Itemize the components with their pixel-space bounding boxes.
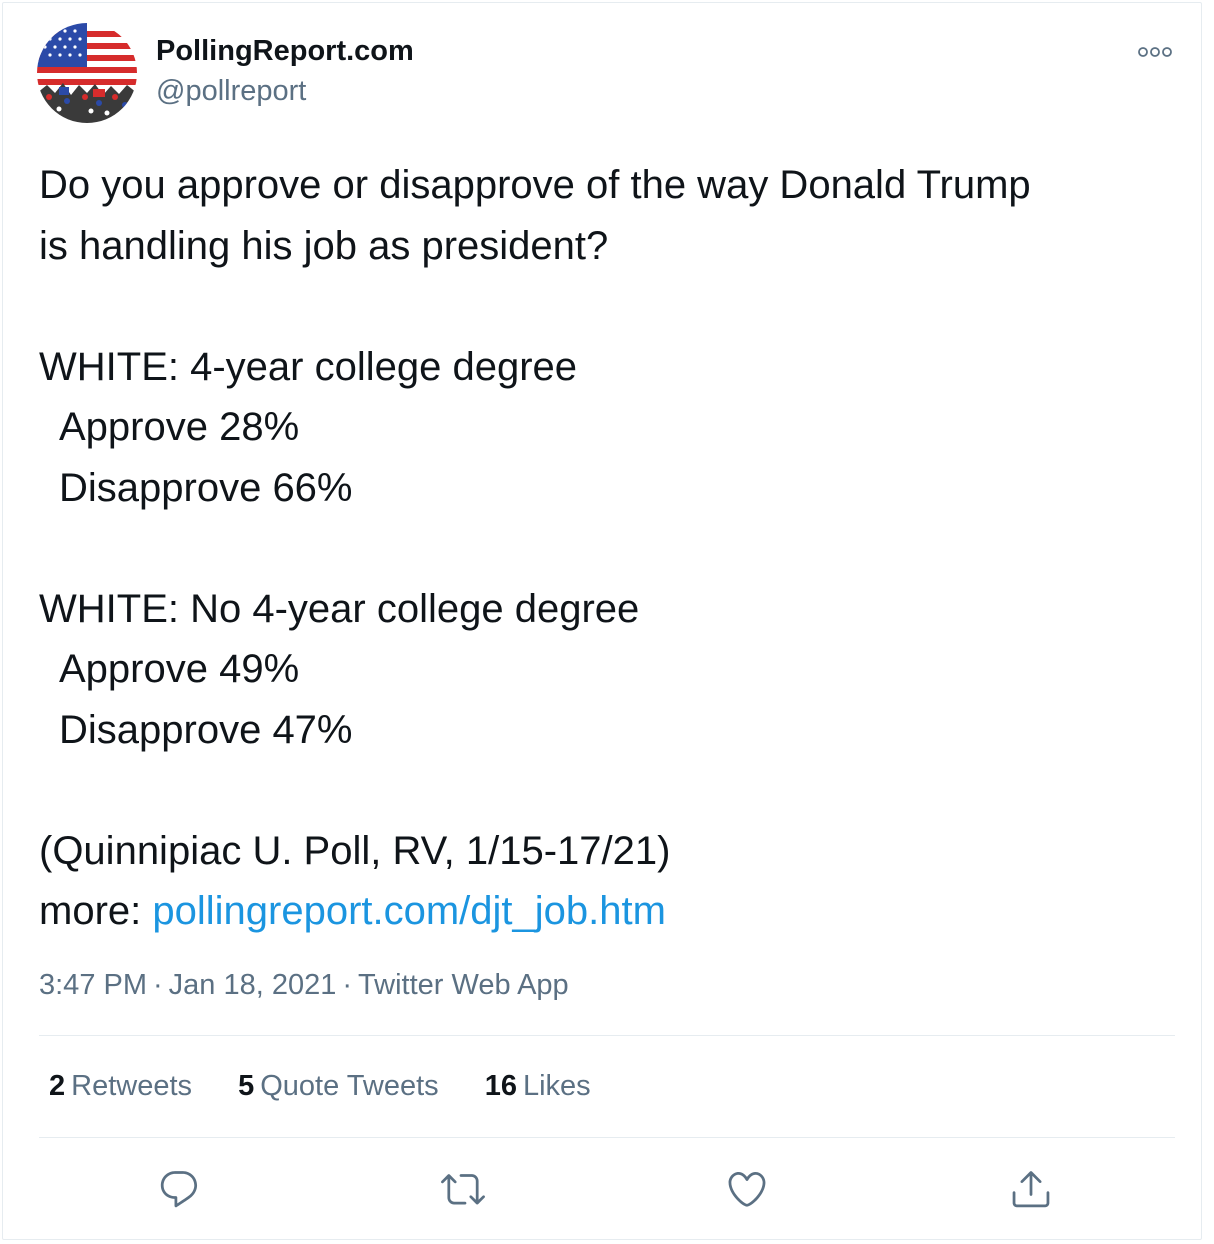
meta-separator: · — [153, 969, 163, 1001]
tweet-text: Do you approve or disapprove of the way … — [39, 155, 1179, 942]
share-icon — [1012, 1171, 1050, 1208]
reply-button[interactable] — [157, 1167, 201, 1211]
college-disapprove: Disapprove 66% — [59, 465, 353, 510]
pollingreport-link[interactable]: pollingreport.com/djt_job.htm — [152, 889, 666, 933]
divider — [39, 1035, 1175, 1036]
no-college-disapprove: Disapprove 47% — [59, 707, 353, 752]
retweets-count: 2 — [49, 1070, 66, 1102]
more-line: more: pollingreport.com/djt_job.htm — [39, 881, 1179, 942]
tweet-time[interactable]: 3:47 PM — [39, 969, 147, 1001]
quote-tweets-count: 5 — [238, 1070, 255, 1102]
group-heading-no-college: WHITE: No 4-year college degree — [39, 586, 640, 631]
quote-tweets-stat[interactable]: 5 Quote Tweets — [238, 1070, 439, 1102]
likes-count: 16 — [484, 1070, 517, 1102]
poll-source: (Quinnipiac U. Poll, RV, 1/15-17/21) — [39, 828, 671, 873]
tweet-question-line-1: Do you approve or disapprove of the way … — [39, 163, 1031, 207]
retweet-button[interactable] — [441, 1167, 485, 1211]
more-options-button[interactable] — [1135, 41, 1175, 63]
engagement-stats: 2 Retweets 5 Quote Tweets 16 Likes — [49, 1070, 629, 1103]
tweet-metadata: 3:47 PM · Jan 18, 2021 · Twitter Web App — [39, 969, 569, 1002]
reply-icon — [160, 1171, 198, 1208]
like-icon — [728, 1171, 766, 1207]
likes-label: Likes — [522, 1070, 591, 1102]
display-name[interactable]: PollingReport.com — [156, 35, 414, 68]
no-college-approve: Approve 49% — [59, 647, 300, 691]
group-heading-college: WHITE: 4-year college degree — [39, 344, 578, 389]
retweets-stat[interactable]: 2 Retweets — [49, 1070, 192, 1102]
tweet-date[interactable]: Jan 18, 2021 — [169, 969, 337, 1001]
tweet-card: PollingReport.com @pollreport Do you app… — [2, 2, 1202, 1240]
more-prefix: more: — [39, 889, 153, 933]
likes-stat[interactable]: 16 Likes — [485, 1070, 591, 1102]
meta-separator: · — [342, 969, 353, 1001]
college-approve: Approve 28% — [59, 405, 300, 449]
us-flag-crowd-avatar-icon — [37, 23, 137, 123]
share-button[interactable] — [1009, 1167, 1053, 1211]
more-options-icon — [1138, 47, 1172, 57]
tweet-source[interactable]: Twitter Web App — [358, 969, 569, 1001]
retweets-label: Retweets — [71, 1070, 193, 1102]
like-button[interactable] — [725, 1167, 769, 1211]
quote-tweets-label: Quote Tweets — [260, 1070, 439, 1102]
retweet-icon — [441, 1174, 485, 1205]
divider — [39, 1137, 1175, 1138]
tweet-question-line-2: is handling his job as president? — [39, 223, 609, 268]
user-handle[interactable]: @pollreport — [156, 75, 306, 108]
avatar[interactable] — [37, 23, 137, 123]
